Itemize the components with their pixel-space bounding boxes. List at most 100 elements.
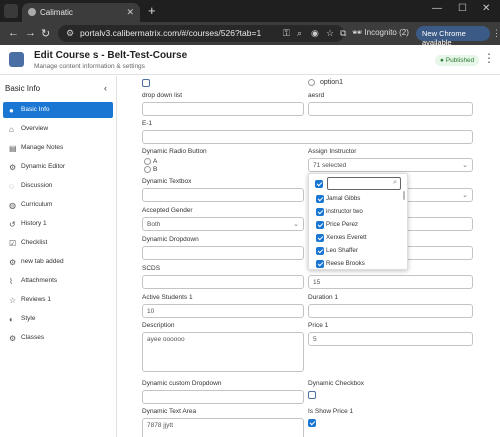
sidebar-item-dynamic-editor[interactable]: ⚙ Dynamic Editor xyxy=(3,159,113,175)
right-number-value: 15 xyxy=(313,279,321,286)
aesrd-field[interactable] xyxy=(308,102,473,116)
assign-instructor-select[interactable]: 71 selected ⌄ xyxy=(308,158,473,172)
aesrd-label: aesrd xyxy=(308,92,325,99)
url-text: portalv3.calibermatrix.com/#/courses/526… xyxy=(80,28,262,38)
sidebar-item-checklist[interactable]: ☑ Checklist xyxy=(3,235,113,251)
sidebar-item-curriculum[interactable]: ◍ Curriculum xyxy=(3,197,113,213)
list-item[interactable]: Price Perez xyxy=(316,219,404,231)
status-badge: ● Published xyxy=(435,55,480,66)
more-options-icon[interactable]: ⋮ xyxy=(483,51,495,65)
sidebar-title: Basic Info xyxy=(5,84,41,93)
text-area-field[interactable]: 7878 jjytt xyxy=(142,418,304,437)
eye-off-icon[interactable]: ◉ xyxy=(311,28,319,39)
list-item[interactable]: Leo Shaffer xyxy=(316,245,404,257)
list-item[interactable]: Reese Brooks xyxy=(316,258,404,270)
scds-label: SCDS xyxy=(142,265,161,272)
sidebar-item-discussion[interactable]: ◌ Discussion xyxy=(3,178,113,194)
duration-field[interactable] xyxy=(308,304,473,318)
site-info-icon[interactable]: ⚙ xyxy=(66,28,74,39)
radio-a-label: A xyxy=(153,158,158,165)
update-chrome-button[interactable]: New Chrome available xyxy=(416,26,490,47)
option1-radio[interactable] xyxy=(308,79,315,86)
new-tab-icon[interactable]: + xyxy=(148,3,156,18)
dynamic-checkbox-label: Dynamic Checkbox xyxy=(308,380,364,387)
active-students-field[interactable]: 10 xyxy=(142,304,304,318)
right-number-field[interactable]: 15 xyxy=(308,275,473,289)
bookmark-icon[interactable]: ☆ xyxy=(326,28,334,39)
address-bar-row: ← → ↻ ⚙ portalv3.calibermatrix.com/#/cou… xyxy=(0,22,500,47)
list-item[interactable]: Xerxes Everett xyxy=(316,232,404,244)
drop-down-list-label: drop down list xyxy=(142,92,183,99)
list-item[interactable]: instructor two xyxy=(316,206,404,218)
maximize-icon[interactable]: ☐ xyxy=(458,3,467,14)
page-header: Edit Course s - Belt-Test-Course Manage … xyxy=(0,45,500,75)
sidebar-item-attachments[interactable]: ⌇ Attachments xyxy=(3,273,113,289)
option-label: Reese Brooks xyxy=(326,260,365,267)
list-item[interactable]: Jamal Gibbs xyxy=(316,193,404,205)
description-label: Description xyxy=(142,322,175,329)
zoom-icon[interactable]: ⌕ xyxy=(297,28,302,39)
sidebar-item-reviews[interactable]: ☆ Reviews 1 xyxy=(3,292,113,308)
gear-icon: ⚙ xyxy=(9,258,17,267)
description-textarea[interactable]: ayee oooooo xyxy=(142,332,304,372)
page-subtitle: Manage content information & settings xyxy=(34,63,145,70)
option-checkbox[interactable] xyxy=(316,221,324,229)
sidebar-item-new-tab-added[interactable]: ⚙ new tab added xyxy=(3,254,113,270)
menu-kebab-icon[interactable]: ⋮ xyxy=(492,28,500,39)
instructor-search-input[interactable]: ⌕ xyxy=(327,177,401,190)
reload-icon[interactable]: ↻ xyxy=(41,27,50,40)
custom-dropdown-select[interactable] xyxy=(142,390,304,404)
key-icon[interactable]: ⚿ xyxy=(283,28,290,39)
show-price-checkbox[interactable] xyxy=(308,419,316,427)
info-icon: ● xyxy=(9,106,14,115)
back-icon[interactable]: ← xyxy=(8,27,19,39)
price-field[interactable]: 5 xyxy=(308,332,473,346)
sidebar-item-classes[interactable]: ⚙ Classes xyxy=(3,330,113,346)
paperclip-icon: ⌇ xyxy=(9,277,13,286)
option-checkbox[interactable] xyxy=(316,208,324,216)
sidebar-item-basic-info[interactable]: ● Basic Info xyxy=(3,102,113,118)
sidebar-item-overview[interactable]: ⌂ Overview xyxy=(3,121,113,137)
option-label: Xerxes Everett xyxy=(326,234,367,241)
extensions-icon[interactable]: ⧉ xyxy=(340,28,346,39)
sidebar-item-manage-notes[interactable]: ▤ Manage Notes xyxy=(3,140,113,156)
dynamic-dropdown-label: Dynamic Dropdown xyxy=(142,236,199,243)
close-tab-icon[interactable]: ✕ xyxy=(126,7,134,18)
sidebar-item-label: Overview xyxy=(21,125,49,132)
dynamic-textbox-field[interactable] xyxy=(142,188,304,202)
collapse-sidebar-icon[interactable]: ‹ xyxy=(104,83,107,93)
scds-field[interactable] xyxy=(142,275,304,289)
option-checkbox[interactable] xyxy=(316,195,324,203)
tab-title: Calimatic xyxy=(40,8,73,17)
top-checkbox[interactable] xyxy=(142,79,150,87)
accepted-gender-select[interactable]: Both ⌄ xyxy=(142,217,304,231)
minimize-icon[interactable]: — xyxy=(432,3,442,14)
option-checkbox[interactable] xyxy=(316,247,324,255)
incognito-indicator[interactable]: 🕶 Incognito (2) xyxy=(352,28,409,37)
drop-down-list-select[interactable] xyxy=(142,102,304,116)
star-icon: ☆ xyxy=(9,296,17,305)
dynamic-dropdown-select[interactable] xyxy=(142,246,304,260)
e1-field[interactable] xyxy=(142,130,473,144)
radio-a[interactable] xyxy=(144,158,151,165)
incognito-icon: 🕶 xyxy=(352,28,365,37)
sidebar-item-style[interactable]: ◐ Style xyxy=(3,311,113,327)
sidebar-item-history[interactable]: ↺ History 1 xyxy=(3,216,113,232)
dynamic-radio-label: Dynamic Radio Button xyxy=(142,148,207,155)
sidebar-item-label: Classes xyxy=(21,334,45,341)
sidebar-item-label: Manage Notes xyxy=(21,144,64,151)
gear-icon: ⚙ xyxy=(9,334,17,343)
incognito-label: Incognito (2) xyxy=(364,28,409,37)
chevron-down-icon: ⌄ xyxy=(293,221,299,228)
option-checkbox[interactable] xyxy=(316,234,324,242)
option-checkbox[interactable] xyxy=(316,260,324,268)
tab-search-icon[interactable] xyxy=(4,4,18,18)
forward-icon[interactable]: → xyxy=(25,27,36,39)
dynamic-checkbox[interactable] xyxy=(308,391,316,399)
close-window-icon[interactable]: ✕ xyxy=(482,3,490,14)
browser-tab[interactable]: Calimatic ✕ xyxy=(22,3,140,22)
course-icon xyxy=(9,52,24,67)
select-all-checkbox[interactable] xyxy=(315,180,323,188)
gear-icon: ⚙ xyxy=(9,163,17,172)
radio-b[interactable] xyxy=(144,166,151,173)
